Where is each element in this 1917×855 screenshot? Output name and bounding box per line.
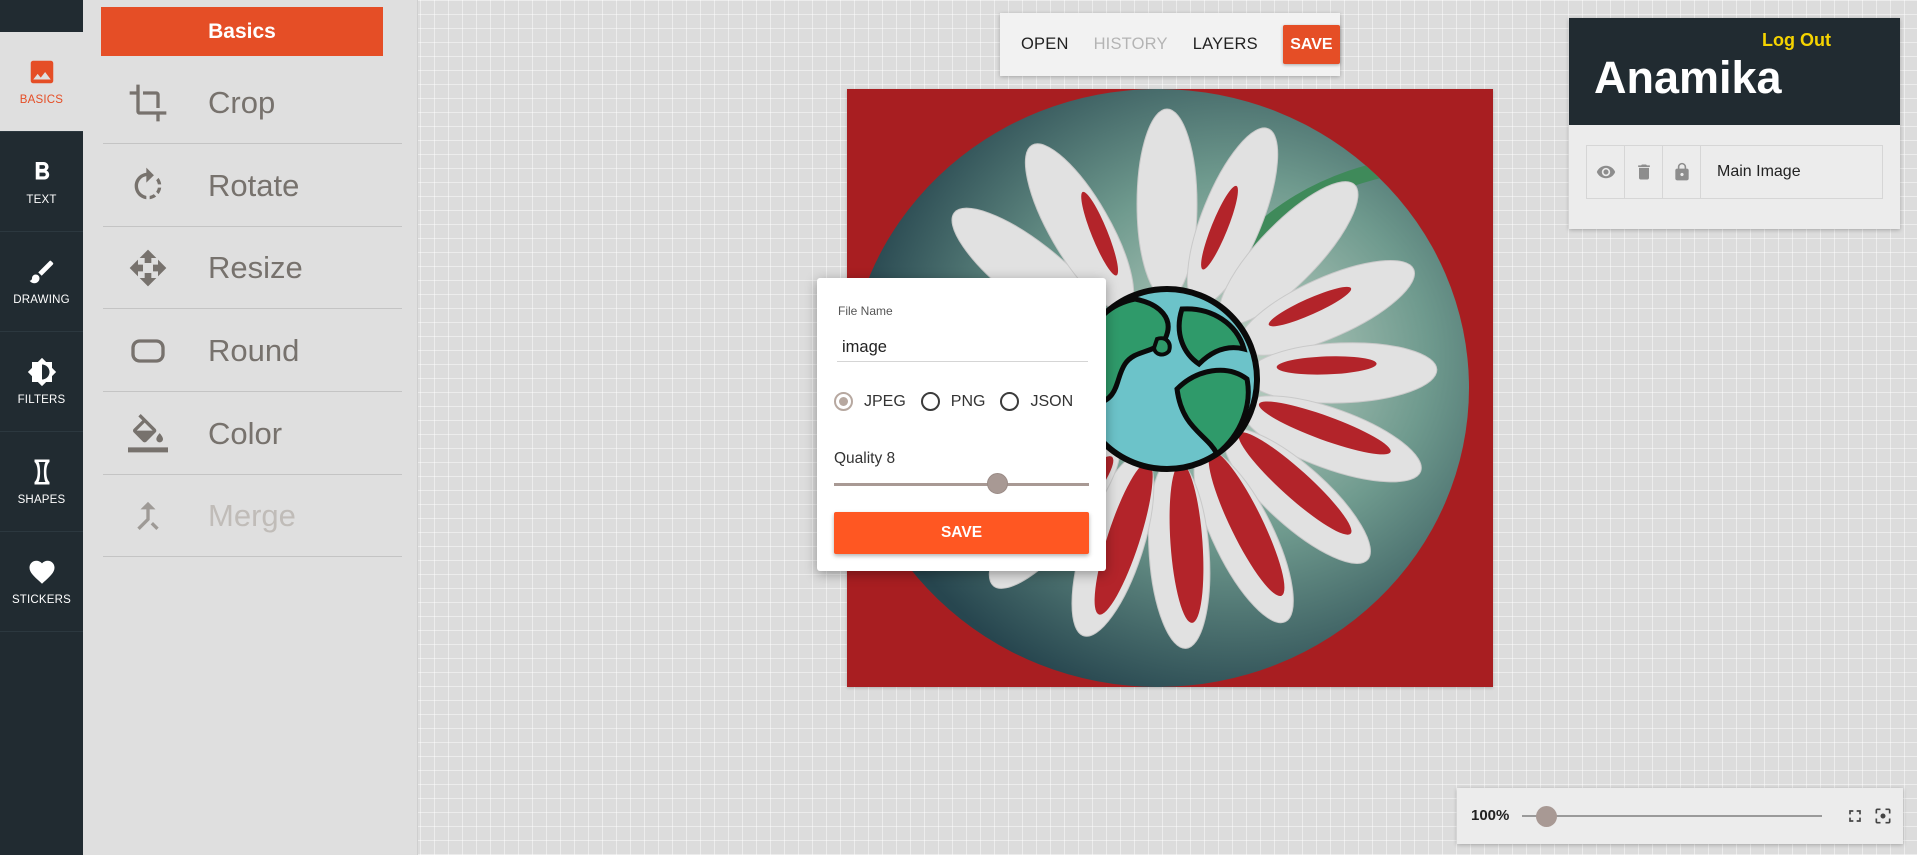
tool-label-round: Round <box>208 332 300 368</box>
save-file-dialog: File Name JPEG PNG JSON Quality 8 SAVE <box>817 278 1106 571</box>
tool-resize[interactable]: Resize <box>103 227 402 309</box>
tool-label-color: Color <box>208 415 283 451</box>
heart-icon <box>29 560 54 584</box>
toolbar-save-button[interactable]: SAVE <box>1282 25 1340 64</box>
rounded-rect-icon <box>131 338 165 363</box>
bold-icon <box>35 162 49 180</box>
rail-item-basics[interactable]: BASICS <box>0 32 83 132</box>
tool-category-rail: BASICS TEXT DRAWING FILTERS SHAPES STICK… <box>0 0 83 855</box>
quality-slider-thumb[interactable] <box>987 473 1009 494</box>
radio-button[interactable] <box>1000 392 1020 411</box>
zoom-slider-thumb[interactable] <box>1536 806 1557 827</box>
format-label-json: JSON <box>1030 392 1074 410</box>
fullscreen-icon <box>1849 810 1861 822</box>
tool-label-rotate: Rotate <box>208 167 300 203</box>
rotate-icon <box>134 167 162 199</box>
format-radio-jpeg[interactable]: JPEG <box>834 392 906 411</box>
format-radio-png[interactable]: PNG <box>920 392 986 411</box>
rail-label-shapes: SHAPES <box>17 494 66 506</box>
layer-name: Main Image <box>1717 163 1801 180</box>
tool-crop[interactable]: Crop <box>103 62 402 144</box>
format-label-jpeg: JPEG <box>864 392 906 410</box>
delete-layer-button[interactable] <box>1625 145 1663 199</box>
format-label-png: PNG <box>950 392 986 410</box>
rail-item-shapes[interactable]: SHAPES <box>0 432 83 532</box>
trash-icon <box>1637 164 1650 180</box>
zoom-bar: 100% <box>1457 788 1903 844</box>
tool-label-resize: Resize <box>208 249 303 285</box>
top-toolbar: OPEN HISTORY LAYERS SAVE <box>1000 13 1340 76</box>
user-header: Log Out Anamika <box>1569 18 1900 125</box>
radio-button-checked[interactable] <box>834 392 853 411</box>
rail-item-stickers[interactable]: STICKERS <box>0 532 83 632</box>
format-radio-json[interactable]: JSON <box>1000 392 1073 411</box>
rail-label-filters: FILTERS <box>17 394 66 406</box>
tool-rotate[interactable]: Rotate <box>103 145 402 227</box>
open-button[interactable]: OPEN <box>1021 35 1069 54</box>
rail-label-stickers: STICKERS <box>11 594 72 606</box>
layer-item[interactable]: Main Image <box>1586 145 1883 199</box>
file-name-input[interactable] <box>837 333 1088 362</box>
tool-label-crop: Crop <box>208 84 276 120</box>
layers-button[interactable]: LAYERS <box>1193 35 1258 54</box>
image-icon <box>30 60 53 84</box>
rail-label-drawing: DRAWING <box>13 294 70 306</box>
quality-slider-track[interactable] <box>834 483 1089 486</box>
rail-item-drawing[interactable]: DRAWING <box>0 232 83 332</box>
paint-bucket-icon <box>128 413 168 452</box>
center-focus-button[interactable] <box>1873 806 1893 826</box>
format-radio-group: JPEG PNG JSON <box>834 392 1088 411</box>
center-focus-icon <box>1875 808 1891 824</box>
zoom-slider-track[interactable] <box>1522 815 1822 817</box>
lock-icon <box>1674 162 1689 181</box>
crop-icon <box>129 84 167 121</box>
hourglass-shape-icon <box>34 459 49 485</box>
zoom-level: 100% <box>1471 807 1510 824</box>
tool-merge[interactable]: Merge <box>103 475 402 557</box>
tool-color[interactable]: Color <box>103 393 402 475</box>
brightness-icon <box>27 357 56 387</box>
eye-icon <box>1596 165 1615 179</box>
rail-label-text: TEXT <box>26 194 57 206</box>
rail-item-text[interactable]: TEXT <box>0 132 83 232</box>
tool-round[interactable]: Round <box>103 310 402 392</box>
tool-label-merge: Merge <box>208 497 296 533</box>
radio-button[interactable] <box>920 392 940 411</box>
quality-label: Quality 8 <box>834 450 896 467</box>
history-button[interactable]: HISTORY <box>1094 35 1168 54</box>
dialog-save-button[interactable]: SAVE <box>834 512 1089 554</box>
rail-item-filters[interactable]: FILTERS <box>0 332 83 432</box>
fit-to-screen-button[interactable] <box>1845 806 1865 826</box>
file-name-label: File Name <box>838 304 893 318</box>
user-layers-panel: Log Out Anamika Main Image <box>1569 18 1900 229</box>
brush-icon <box>29 260 53 284</box>
toggle-visibility-button[interactable] <box>1587 145 1625 199</box>
resize-icon <box>129 249 167 286</box>
panel-title: Basics <box>101 7 383 56</box>
rail-label-basics: BASICS <box>19 94 64 106</box>
merge-icon <box>137 501 159 530</box>
lock-layer-button[interactable] <box>1663 145 1701 199</box>
logout-link[interactable]: Log Out <box>1762 30 1831 51</box>
user-name: Anamika <box>1594 52 1782 103</box>
basics-tools-panel: Basics Crop Rotate Resize Round Color Me… <box>83 0 418 855</box>
